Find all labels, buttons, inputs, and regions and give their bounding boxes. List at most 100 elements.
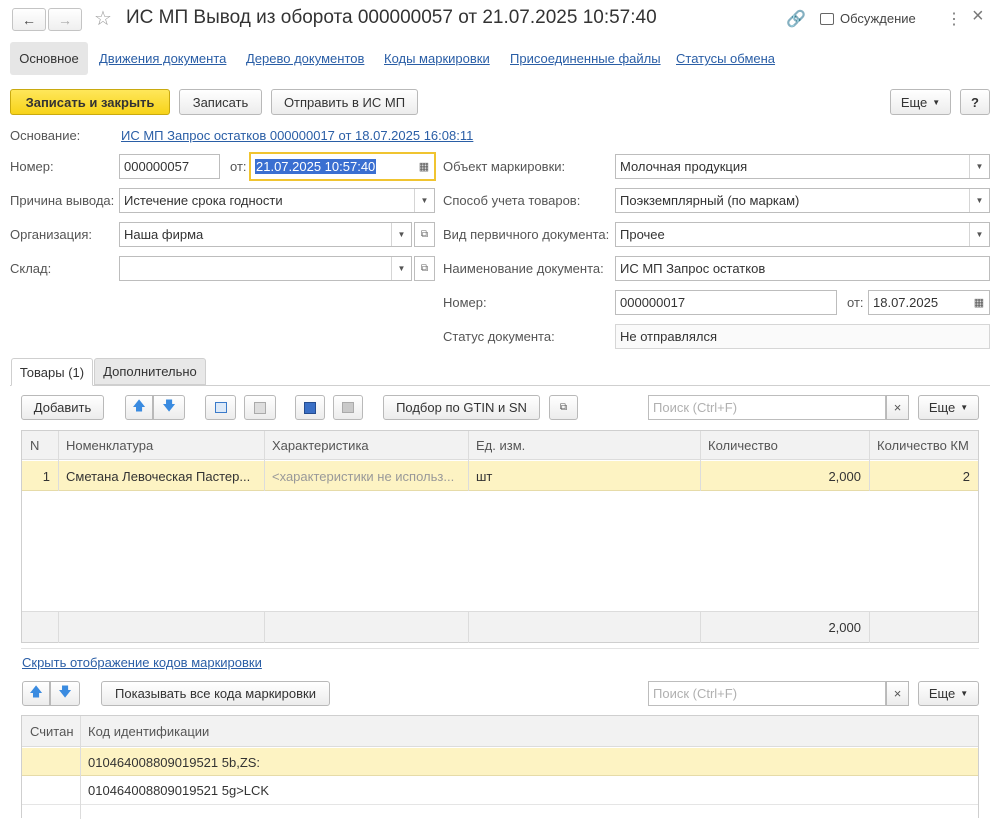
copy-icon [214, 402, 227, 413]
goods-table-header: N Номенклатура Характеристика Ед. изм. К… [22, 431, 978, 460]
codes-table[interactable]: Считан Код идентификации 010464008809019… [21, 715, 979, 819]
copy-row-button[interactable] [205, 395, 236, 420]
caret-down-icon: ▼ [932, 97, 941, 107]
row-code[interactable]: 010464008809019521 5b,ZS: [80, 748, 978, 776]
tab-exchange-statuses[interactable]: Статусы обмена [676, 51, 775, 66]
tab-goods[interactable]: Товары (1) [11, 358, 93, 386]
row-quantity[interactable]: 2,000 [700, 461, 869, 491]
tab-additional[interactable]: Дополнительно [94, 358, 206, 385]
doc-name-label: Наименование документа: [443, 261, 604, 276]
number-field[interactable]: 000000057 [119, 154, 220, 179]
footer-quantity-total: 2,000 [828, 620, 861, 635]
codes-move-down-button[interactable]: 🡇 [50, 681, 80, 706]
pick-gtin-sn-button[interactable]: Подбор по GTIN и SN [383, 395, 540, 420]
goods-table-footer: 2,000 [22, 611, 978, 643]
send-to-ismp-button[interactable]: Отправить в ИС МП [271, 89, 418, 115]
save-button[interactable]: Записать [179, 89, 262, 115]
date-field[interactable]: 21.07.2025 10:57:40 ▦ [249, 152, 436, 181]
doc-date-label: от: [847, 295, 864, 310]
table-row[interactable]: 010464008809019521 5g>LCK [22, 776, 978, 805]
dropdown-icon[interactable]: ▼ [391, 257, 411, 280]
doc-name-field[interactable]: ИС МП Запрос остатков [615, 256, 990, 281]
dropdown-icon[interactable]: ▼ [969, 189, 989, 212]
col-characteristic-header[interactable]: Характеристика [264, 431, 468, 460]
reason-select[interactable]: Истечение срока годности ▼ [119, 188, 435, 213]
load-rows-button[interactable] [333, 395, 363, 420]
move-up-button[interactable]: 🡅 [125, 395, 153, 420]
arrow-left-icon: ← [22, 11, 36, 28]
arrow-down-icon: 🡇 [58, 683, 72, 699]
clear-search-button[interactable]: × [886, 395, 909, 420]
paste-row-button[interactable] [244, 395, 276, 420]
caret-down-icon: ▼ [960, 689, 969, 698]
save-rows-button[interactable] [295, 395, 325, 420]
tab-main[interactable]: Основное [10, 42, 88, 75]
forward-button[interactable]: → [48, 8, 82, 31]
row-nomenclature[interactable]: Сметана Левоческая Пастер... [58, 461, 264, 491]
move-down-button[interactable]: 🡇 [153, 395, 185, 420]
organization-select[interactable]: Наша фирма ▼ [119, 222, 412, 247]
row-read[interactable] [22, 776, 80, 805]
tab-document-movements[interactable]: Движения документа [99, 51, 226, 66]
doc-number-label: Номер: [443, 295, 487, 310]
favorite-icon[interactable]: ☆ [94, 6, 112, 31]
toggle-codes-link[interactable]: Скрыть отображение кодов маркировки [22, 655, 262, 670]
open-organization-button[interactable]: ⧉ [414, 222, 435, 247]
row-km-quantity[interactable]: 2 [869, 461, 978, 491]
row-read[interactable] [22, 748, 80, 776]
codes-search-input[interactable]: Поиск (Ctrl+F) [648, 681, 886, 706]
col-quantity-header[interactable]: Количество [700, 431, 869, 460]
save-and-close-button[interactable]: Записать и закрыть [10, 89, 170, 115]
number-label: Номер: [10, 159, 54, 174]
warehouse-label: Склад: [10, 261, 52, 276]
col-unit-header[interactable]: Ед. изм. [468, 431, 700, 460]
marking-object-select[interactable]: Молочная продукция ▼ [615, 154, 990, 179]
col-code-header[interactable]: Код идентификации [80, 716, 978, 747]
goods-search-input[interactable]: Поиск (Ctrl+F) [648, 395, 886, 420]
codes-more-button[interactable]: Еще ▼ [918, 681, 979, 706]
discussion-button[interactable]: Обсуждение [820, 11, 916, 26]
arrow-up-icon: 🡅 [29, 683, 43, 699]
col-read-header[interactable]: Считан [22, 716, 80, 747]
calendar-icon[interactable]: ▦ [414, 154, 434, 179]
table-row[interactable]: 1 Сметана Левоческая Пастер... <характер… [22, 461, 978, 491]
add-button[interactable]: Добавить [21, 395, 104, 420]
row-unit[interactable]: шт [468, 461, 700, 491]
goods-table[interactable]: N Номенклатура Характеристика Ед. изм. К… [21, 430, 979, 643]
doc-number-field[interactable]: 000000017 [615, 290, 837, 315]
doc-date-field[interactable]: 18.07.2025 ▦ [868, 290, 990, 315]
close-icon[interactable]: × [972, 5, 984, 28]
dropdown-icon[interactable]: ▼ [391, 223, 411, 246]
disk-icon [304, 401, 316, 414]
link-icon[interactable]: 🔗 [786, 9, 806, 29]
codes-move-up-button[interactable]: 🡅 [22, 681, 50, 706]
row-code[interactable]: 010464008809019521 5g>LCK [80, 776, 978, 805]
col-km-quantity-header[interactable]: Количество КМ [869, 431, 978, 460]
accounting-method-select[interactable]: Поэкземплярный (по маркам) ▼ [615, 188, 990, 213]
more-menu-icon[interactable]: ⋮ [946, 9, 962, 29]
more-button[interactable]: Еще ▼ [890, 89, 951, 115]
dropdown-icon[interactable]: ▼ [414, 189, 434, 212]
codes-clear-search-button[interactable]: × [886, 681, 909, 706]
calendar-icon[interactable]: ▦ [969, 291, 989, 314]
help-button[interactable]: ? [960, 89, 990, 115]
dropdown-icon[interactable]: ▼ [969, 155, 989, 178]
col-nomenclature-header[interactable]: Номенклатура [58, 431, 264, 460]
goods-more-button[interactable]: Еще ▼ [918, 395, 979, 420]
warehouse-select[interactable]: ▼ [119, 256, 412, 281]
basis-link[interactable]: ИС МП Запрос остатков 000000017 от 18.07… [121, 128, 473, 143]
tab-marking-codes[interactable]: Коды маркировки [384, 51, 490, 66]
show-all-codes-button[interactable]: Показывать все кода маркировки [101, 681, 330, 706]
row-characteristic[interactable]: <характеристики не использ... [264, 461, 468, 491]
dropdown-icon[interactable]: ▼ [969, 223, 989, 246]
col-n-header[interactable]: N [22, 431, 58, 460]
open-warehouse-button[interactable]: ⧉ [414, 256, 435, 281]
tab-attached-files[interactable]: Присоединенные файлы [510, 51, 661, 66]
row-n: 1 [42, 468, 50, 484]
table-row[interactable]: 010464008809019521 5b,ZS: [22, 748, 978, 776]
back-button[interactable]: ← [12, 8, 46, 31]
window-title: ИС МП Вывод из оборота 000000057 от 21.0… [126, 7, 657, 28]
open-pick-window-button[interactable]: ⧉ [549, 395, 578, 420]
tab-document-tree[interactable]: Дерево документов [246, 51, 364, 66]
primary-doc-type-select[interactable]: Прочее ▼ [615, 222, 990, 247]
